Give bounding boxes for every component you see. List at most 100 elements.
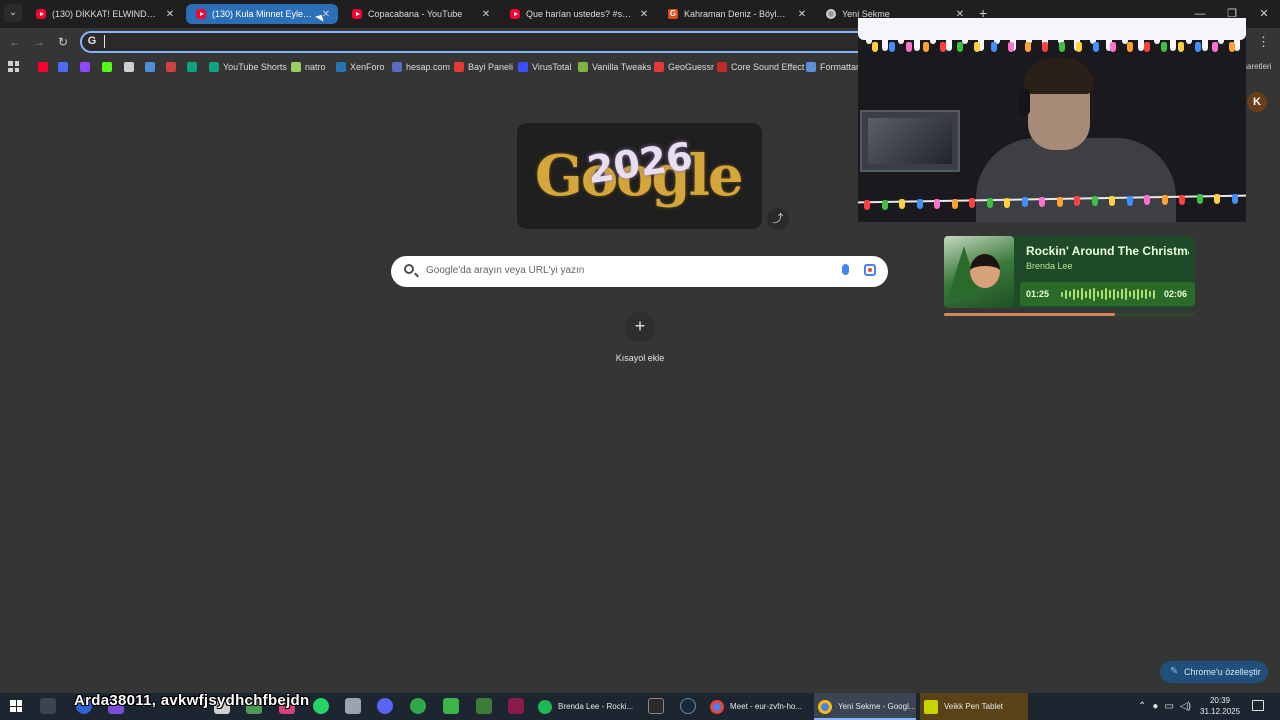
text-caret <box>104 35 105 48</box>
youtube-icon <box>36 9 46 19</box>
app-icon[interactable] <box>508 698 524 714</box>
notification-icon[interactable] <box>1252 700 1264 711</box>
taskbar-item-active[interactable]: Yeni Sekme - Googl... <box>814 693 916 720</box>
waveform-bar <box>1105 288 1107 300</box>
volume-icon[interactable]: ◁) <box>1180 701 1191 712</box>
christmas-light-bulb <box>1059 42 1065 52</box>
window-close-icon[interactable]: ✕ <box>1248 0 1280 28</box>
taskbar-item[interactable]: Meet - eur-zvfn-ho... <box>706 693 810 720</box>
google-search-box[interactable]: Google'da arayın veya URL'yi yazın <box>391 256 888 287</box>
christmas-light-bulb <box>1110 42 1116 52</box>
bookmark-item[interactable] <box>38 58 52 76</box>
bookmark-item[interactable] <box>102 58 116 76</box>
streamer-body <box>976 138 1176 222</box>
close-icon[interactable]: ✕ <box>480 9 492 20</box>
christmas-light-bulb <box>1144 42 1150 52</box>
chevron-up-icon[interactable]: ⌃ <box>1138 701 1146 712</box>
bookmark-item[interactable] <box>80 58 94 76</box>
share-icon[interactable]: ⤴ <box>767 208 789 230</box>
microphone-icon[interactable] <box>842 264 849 275</box>
app-icon[interactable] <box>345 698 361 714</box>
icicle <box>914 36 920 51</box>
album-art <box>944 236 1014 308</box>
waveform-bar <box>1129 291 1131 297</box>
bookmarks-overflow-label[interactable]: şaretleri <box>1243 62 1271 71</box>
clock[interactable]: 20:39 31.12.2025 <box>1200 695 1240 717</box>
apps-grid-icon[interactable] <box>8 61 19 72</box>
icicle <box>1202 36 1208 51</box>
reload-icon[interactable]: ↻ <box>54 33 72 51</box>
bookmark-item[interactable] <box>187 58 201 76</box>
close-icon[interactable]: ✕ <box>638 9 650 20</box>
back-arrow-icon[interactable]: ← <box>6 33 24 51</box>
waveform-bar <box>1069 291 1071 297</box>
bookmark-item[interactable]: YouTube Shorts <box>209 58 287 76</box>
christmas-light-bulb <box>934 198 940 209</box>
bookmark-item[interactable]: natro <box>291 58 326 76</box>
profile-avatar[interactable]: K <box>1247 92 1267 112</box>
bookmark-favicon-icon <box>58 62 68 72</box>
bookmark-item[interactable]: XenForo <box>336 58 385 76</box>
bookmark-item[interactable]: Core Sound Effect <box>717 58 804 76</box>
taskbar-item[interactable]: Veikk Pen Tablet <box>920 693 1028 720</box>
task-view-icon[interactable] <box>40 698 56 714</box>
tab[interactable]: G Kahraman Deniz - Böyle Sever ✕ <box>658 2 814 26</box>
webcam-overlay <box>858 18 1246 222</box>
google-doodle[interactable]: Google 2026 <box>517 123 762 229</box>
network-icon[interactable]: ▭ <box>1164 701 1173 712</box>
bookmark-label: hesap.com <box>406 62 451 72</box>
christmas-light-bulb <box>991 42 997 52</box>
add-shortcut-button[interactable]: + <box>625 312 655 342</box>
bookmark-label: YouTube Shorts <box>223 62 287 72</box>
bookmark-item[interactable]: Bayi Paneli <box>454 58 513 76</box>
bookmark-item[interactable]: GeoGuessr <box>654 58 714 76</box>
customize-chrome-button[interactable]: ✎ Chrome'u özelleştir <box>1160 661 1268 683</box>
bookmark-item[interactable] <box>124 58 138 76</box>
bookmark-label: GeoGuessr <box>668 62 715 72</box>
christmas-light-bulb <box>1161 194 1168 205</box>
tab-search-button[interactable]: ⌄ <box>4 4 22 22</box>
epic-games-icon[interactable] <box>648 698 664 714</box>
tab[interactable]: (130) DİKKAT! ELWIND VE KLAN ✕ <box>26 2 182 26</box>
steam-icon[interactable] <box>680 698 696 714</box>
bookmark-item[interactable] <box>145 58 159 76</box>
system-tray: ⌃ ● ▭ ◁) <box>1138 693 1191 720</box>
address-bar[interactable] <box>80 31 880 53</box>
bookmark-item[interactable]: VirusTotal <box>518 58 571 76</box>
bookmark-item[interactable]: hesap.com <box>392 58 450 76</box>
minecraft-icon[interactable] <box>443 698 459 714</box>
youtube-icon <box>196 9 206 19</box>
clock-time: 20:39 <box>1209 696 1231 705</box>
christmas-light-bulb <box>1042 42 1048 52</box>
elapsed-time: 01:25 <box>1026 289 1050 299</box>
close-icon[interactable]: ✕ <box>164 9 176 20</box>
tab-title: (130) DİKKAT! ELWIND VE KLAN <box>52 9 158 19</box>
bookmark-item[interactable]: Vanilla Tweaks <box>578 58 651 76</box>
google-lens-icon[interactable] <box>864 264 876 276</box>
forward-arrow-icon[interactable]: → <box>30 33 48 51</box>
youtube-icon <box>352 9 362 19</box>
app-icon[interactable] <box>410 698 426 714</box>
headphones <box>1018 88 1030 116</box>
taskbar-item[interactable]: Brenda Lee - Rocki... <box>534 693 642 720</box>
waveform-bar <box>1133 289 1135 299</box>
whatsapp-icon[interactable] <box>313 698 329 714</box>
tab[interactable]: Copacabana - YouTube ✕ <box>342 2 498 26</box>
track-title: Rockin' Around The Christmas <box>1026 244 1189 258</box>
waveform-bar <box>1109 290 1111 298</box>
bookmark-item[interactable]: Formattan <box>806 58 861 76</box>
discord-icon[interactable] <box>377 698 393 714</box>
microphone-tray-icon[interactable]: ● <box>1152 701 1158 712</box>
christmas-light-bulb <box>1179 194 1185 205</box>
app-icon[interactable] <box>476 698 492 714</box>
taskbar-item-label: Meet - eur-zvfn-ho... <box>730 702 803 711</box>
close-icon[interactable]: ✕ <box>796 9 808 20</box>
windows-start-icon[interactable] <box>10 700 22 712</box>
more-menu-icon[interactable]: ⋮ <box>1257 34 1270 50</box>
track-artist: Brenda Lee <box>1026 261 1073 271</box>
bookmark-item[interactable] <box>166 58 180 76</box>
bookmark-item[interactable] <box>58 58 72 76</box>
tab[interactable]: Que harían ustedes? #shortvide ✕ <box>500 2 656 26</box>
icicle <box>1170 36 1176 51</box>
christmas-light-bulb <box>1214 194 1220 204</box>
